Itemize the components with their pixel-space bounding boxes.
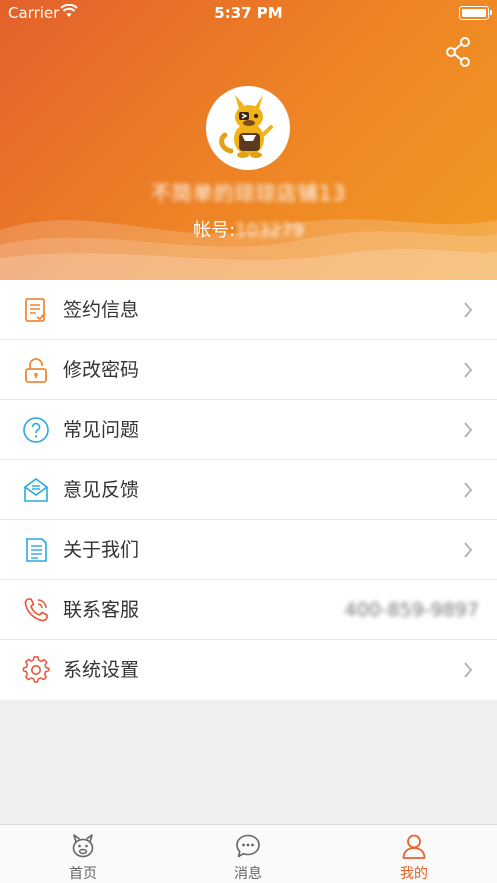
settings-menu: 签约信息 修改密码 常见问题 意见反馈 关于我们 联系客服 400-859-98… [0, 280, 497, 700]
profile-header: Carrier 5:37 PM 不简单的琼琼店铺13 帐号:103279 [0, 0, 497, 280]
tab-label: 消息 [234, 866, 262, 882]
menu-item-faq[interactable]: 常见问题 [0, 400, 497, 460]
menu-item-system-settings[interactable]: 系统设置 [0, 640, 497, 700]
chevron-right-icon [464, 422, 473, 438]
menu-item-label: 常见问题 [63, 419, 140, 441]
service-phone-number[interactable]: 400-859-9897 [344, 580, 479, 640]
menu-item-label: 修改密码 [63, 359, 140, 381]
menu-item-label: 联系客服 [63, 599, 140, 621]
account-label: 帐号: [193, 220, 236, 241]
phone-icon [24, 598, 48, 622]
avatar[interactable] [206, 86, 290, 170]
tab-label: 我的 [400, 866, 428, 882]
user-icon [402, 834, 426, 859]
tab-messages[interactable]: 消息 [188, 825, 308, 883]
tab-home[interactable]: 首页 [23, 825, 143, 883]
kangaroo-mascot-image [209, 89, 287, 167]
chevron-right-icon [464, 482, 473, 498]
status-bar: Carrier 5:37 PM [0, 0, 497, 26]
status-time: 5:37 PM [214, 4, 283, 22]
menu-item-customer-service[interactable]: 联系客服 400-859-9897 [0, 580, 497, 640]
user-nickname: 不简单的琼琼店铺13 [150, 181, 347, 205]
chat-icon [236, 834, 260, 858]
menu-item-change-password[interactable]: 修改密码 [0, 340, 497, 400]
chevron-right-icon [464, 362, 473, 378]
menu-item-feedback[interactable]: 意见反馈 [0, 460, 497, 520]
tab-label: 首页 [69, 866, 97, 882]
menu-item-label: 意见反馈 [63, 479, 140, 501]
account-number: 103279 [235, 220, 304, 241]
document-icon [26, 538, 47, 562]
menu-item-contract-info[interactable]: 签约信息 [0, 280, 497, 340]
kangaroo-icon [72, 834, 94, 858]
chevron-right-icon [464, 662, 473, 678]
lock-icon [25, 358, 47, 383]
menu-item-label: 关于我们 [63, 539, 140, 561]
gear-icon [22, 656, 50, 683]
chevron-right-icon [464, 302, 473, 318]
menu-item-about-us[interactable]: 关于我们 [0, 520, 497, 580]
question-icon [23, 417, 49, 443]
account-line: 帐号:103279 [0, 216, 497, 242]
menu-item-label: 系统设置 [63, 659, 140, 681]
battery-icon [459, 6, 492, 20]
menu-item-label: 签约信息 [63, 299, 140, 321]
bottom-tab-bar: 首页 消息 我的 [0, 824, 497, 883]
contract-icon [25, 298, 46, 322]
tab-mine[interactable]: 我的 [354, 825, 474, 883]
mail-icon [24, 478, 48, 502]
chevron-right-icon [464, 542, 473, 558]
share-icon[interactable] [444, 36, 472, 68]
